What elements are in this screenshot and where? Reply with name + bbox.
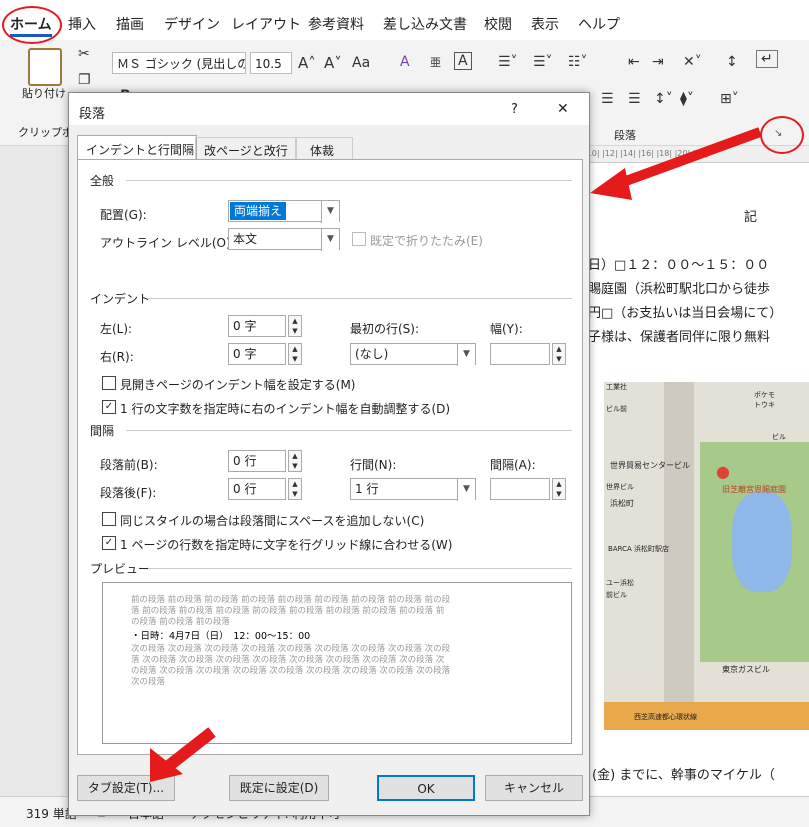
arrow-to-tabs-button: [162, 727, 216, 773]
arrow-head-icon: [590, 168, 632, 200]
arrow-to-dialog: [613, 127, 762, 190]
annotation-arrows: [150, 127, 762, 782]
